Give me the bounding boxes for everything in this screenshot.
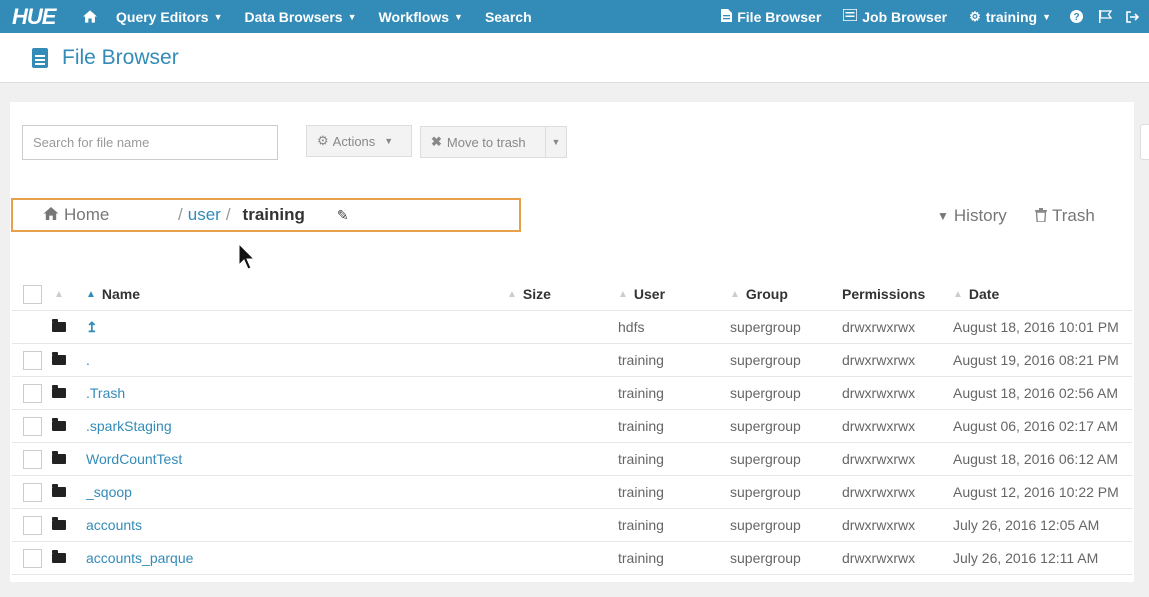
gears-icon: ⚙ [969,8,981,24]
file-name-link[interactable]: _sqoop [86,476,132,508]
breadcrumb-separator: / [178,205,183,224]
sort-asc-icon: ▲ [86,288,96,300]
table-row[interactable]: _sqoop training supergroup drwxrwxrwx Au… [12,476,1132,509]
nav-query-editors[interactable]: Query Editors ▼ [105,0,234,33]
row-checkbox[interactable] [23,443,42,475]
nav-user-menu[interactable]: ⚙ training ▼ [958,0,1062,33]
file-name-link[interactable]: .sparkStaging [86,410,172,442]
folder-icon [52,509,68,541]
trash-link[interactable]: Trash [1035,206,1095,226]
move-to-trash-dropdown[interactable]: ▼ [545,126,567,158]
column-user[interactable]: ▲ User [618,278,665,310]
select-all-checkbox[interactable] [23,278,42,310]
side-panel-edge [1140,124,1149,160]
actions-button[interactable]: ⚙ Actions ▼ [306,125,412,157]
chevron-down-icon: ▼ [551,137,561,147]
home-icon [43,206,59,224]
history-link[interactable]: ▼ History [937,206,1007,226]
breadcrumb-home[interactable]: Home [43,205,173,225]
chevron-down-icon: ▼ [347,11,357,22]
table-row[interactable]: .Trash training supergroup drwxrwxrwx Au… [12,377,1132,410]
search-input[interactable] [22,125,278,160]
row-checkbox[interactable] [23,377,42,409]
page-title: File Browser [62,45,179,69]
file-name-link[interactable]: . [86,344,90,376]
row-checkbox[interactable] [23,344,42,376]
chevron-down-icon: ▼ [213,11,223,22]
trash-icon [1035,207,1047,225]
logout-icon[interactable] [1120,0,1149,33]
list-icon [842,8,859,24]
nav-file-browser[interactable]: File Browser [710,0,832,33]
row-checkbox[interactable] [23,542,42,574]
flag-icon[interactable] [1091,0,1120,33]
folder-icon [52,542,68,574]
chevron-down-icon: ▼ [1042,11,1051,22]
file-name-link[interactable]: accounts_parque [86,542,193,574]
table-row[interactable]: . training supergroup drwxrwxrwx August … [12,344,1132,377]
column-size[interactable]: ▲ Size [507,278,551,310]
breadcrumb-user[interactable]: user [188,205,221,225]
svg-text:?: ? [1073,12,1079,23]
row-checkbox[interactable] [23,476,42,508]
sort-icon: ▲ [618,288,628,300]
folder-icon [52,443,68,475]
nav-job-browser[interactable]: Job Browser [832,0,958,33]
folder-icon [52,344,68,376]
pencil-icon[interactable]: ✎ [337,207,349,224]
gear-icon: ⚙ [317,133,329,148]
caret-down-icon: ▼ [937,209,949,223]
top-navbar: HUE Query Editors ▼ Data Browsers ▼ Workfl… [0,0,1149,33]
close-icon: ✖ [431,134,442,149]
file-name-link[interactable]: .Trash [86,377,125,409]
chevron-down-icon: ▼ [454,11,463,22]
move-to-trash-button[interactable]: ✖ Move to trash [420,126,546,158]
table-row[interactable]: accounts training supergroup drwxrwxrwx … [12,509,1132,542]
folder-icon [52,311,68,343]
nav-data-browsers[interactable]: Data Browsers ▼ [234,0,368,33]
sort-icon: ▲ [953,288,963,300]
nav-search[interactable]: Search [474,0,543,33]
table-header: ▲ ▲ Name ▲ Size ▲ User ▲ Group Permissions ▲… [12,278,1132,311]
row-checkbox[interactable] [23,410,42,442]
sort-icon[interactable]: ▲ [54,278,70,310]
page-header: File Browser [0,33,1149,83]
column-group[interactable]: ▲ Group [730,278,788,310]
table-row[interactable]: .sparkStaging training supergroup drwxrw… [12,410,1132,443]
breadcrumb-current: training [242,205,305,224]
mouse-cursor-icon [238,243,256,270]
hue-logo[interactable]: HUE [0,0,75,33]
column-permissions[interactable]: Permissions [842,278,925,310]
parent-dir-link[interactable]: ↥ [86,311,98,343]
file-icon [721,8,733,25]
help-icon[interactable]: ? [1062,0,1091,33]
breadcrumb: Home / user / training ✎ [11,198,521,232]
file-icon [32,47,48,68]
home-icon[interactable] [75,0,105,33]
folder-icon [52,410,68,442]
sort-icon: ▲ [730,288,740,300]
table-row[interactable]: WordCountTest training supergroup drwxrw… [12,443,1132,476]
sort-icon: ▲ [507,288,517,300]
column-name[interactable]: ▲ Name [86,278,140,310]
table-row[interactable]: ↥ hdfs supergroup drwxrwxrwx August 18, … [12,311,1132,344]
row-checkbox[interactable] [23,509,42,541]
column-date[interactable]: ▲ Date [953,278,999,310]
chevron-down-icon: ▼ [384,136,394,146]
file-name-link[interactable]: WordCountTest [86,443,182,475]
nav-workflows[interactable]: Workflows ▼ [367,0,473,33]
table-row[interactable]: accounts_parque training supergroup drwx… [12,542,1132,575]
file-name-link[interactable]: accounts [86,509,142,541]
breadcrumb-separator: / [225,205,231,224]
folder-icon [52,476,68,508]
file-table: ▲ ▲ Name ▲ Size ▲ User ▲ Group Permissions ▲… [12,278,1132,575]
folder-icon [52,377,68,409]
